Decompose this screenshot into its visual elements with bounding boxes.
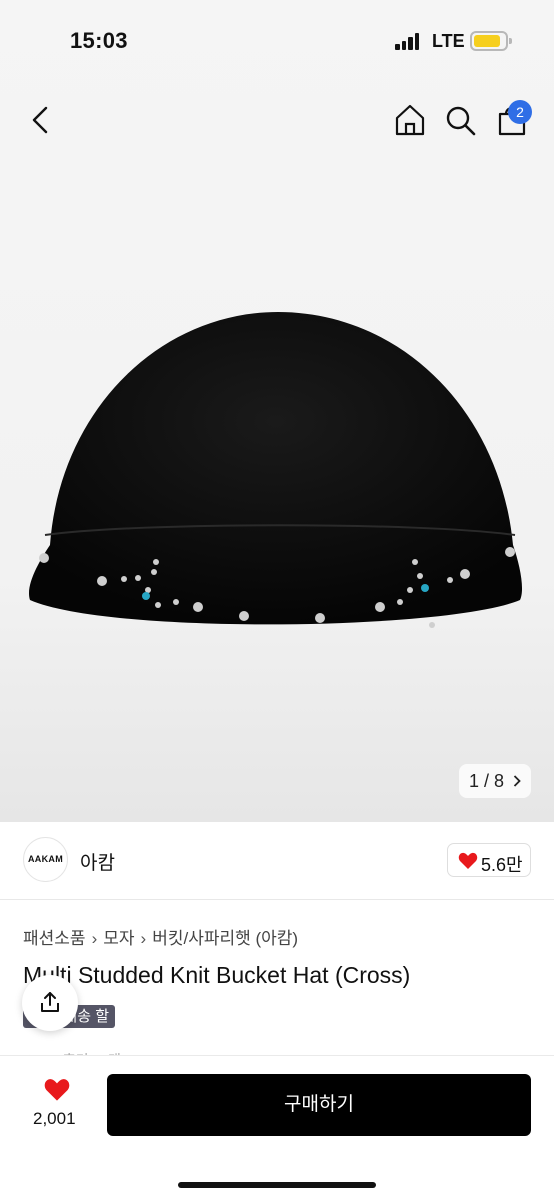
breadcrumb-item[interactable]: 패션소품 xyxy=(23,929,86,948)
product-image xyxy=(29,312,523,628)
gallery-pager[interactable]: 1 / 8 xyxy=(459,764,531,798)
share-icon xyxy=(41,992,59,1012)
pager-text: 1 / 8 xyxy=(469,771,505,791)
breadcrumb-item[interactable]: 버킷/사파리햇 (아캄) xyxy=(152,929,298,948)
brand-row[interactable]: AAKAM 아캄 5.6만 xyxy=(0,822,554,900)
home-icon[interactable] xyxy=(391,100,429,140)
share-button[interactable] xyxy=(22,975,78,1031)
search-icon[interactable] xyxy=(442,100,480,140)
bottom-action-bar: 2,001 구매하기 xyxy=(0,1055,554,1200)
cart-count-badge: 2 xyxy=(508,100,532,124)
status-bar: 15:03 LTE xyxy=(0,0,554,84)
breadcrumb: 패션소품 › 모자 › 버킷/사파리햇 (아캄) xyxy=(23,924,298,949)
wishlist-heart-icon[interactable] xyxy=(43,1078,71,1102)
product-title: Multi Studded Knit Bucket Hat (Cross) xyxy=(23,962,411,988)
chevron-right-icon xyxy=(513,775,521,787)
brand-like-count: 5.6만 xyxy=(481,855,523,875)
home-indicator[interactable] xyxy=(178,1182,376,1188)
buy-button[interactable]: 구매하기 xyxy=(107,1074,531,1136)
breadcrumb-item[interactable]: 모자 xyxy=(103,929,134,948)
status-time: 15:03 xyxy=(70,28,128,53)
battery-icon xyxy=(470,31,512,51)
brand-logo[interactable]: AAKAM xyxy=(23,837,68,882)
signal-icon xyxy=(395,32,421,50)
network-label: LTE xyxy=(432,31,465,51)
wishlist-count: 2,001 xyxy=(33,1109,76,1128)
chevron-right-icon: › xyxy=(140,929,147,948)
back-icon[interactable] xyxy=(22,100,58,140)
brand-like-button[interactable]: 5.6만 xyxy=(447,843,531,877)
heart-icon xyxy=(458,852,478,869)
brand-name[interactable]: 아캄 xyxy=(80,848,115,875)
chevron-right-icon: › xyxy=(91,929,98,948)
